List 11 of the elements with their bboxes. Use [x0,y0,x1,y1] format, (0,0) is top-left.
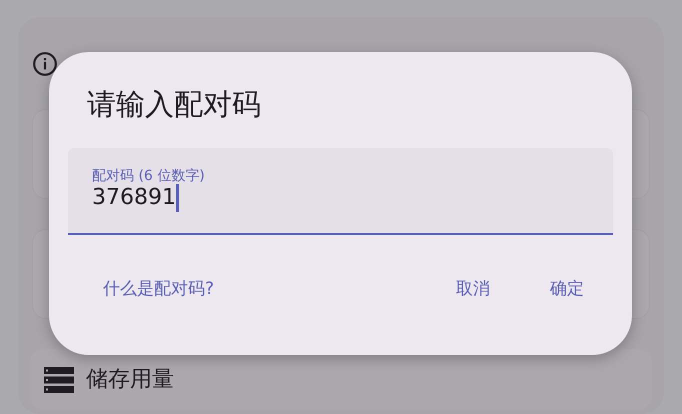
cancel-button[interactable]: 取消 [446,270,500,308]
storage-title: 储存用量 [86,366,174,394]
help-link[interactable]: 什么是配对码? [93,270,224,308]
field-value: 376891 [92,185,176,212]
pairing-code-field[interactable]: 配对码 (6 位数字) 376891 [68,148,613,235]
dialog-title: 请输入配对码 [87,86,262,123]
confirm-button[interactable]: 确定 [540,270,594,308]
field-label: 配对码 (6 位数字) [92,168,206,184]
info-icon [32,51,58,77]
text-cursor [176,184,179,212]
storage-icon [44,366,74,392]
